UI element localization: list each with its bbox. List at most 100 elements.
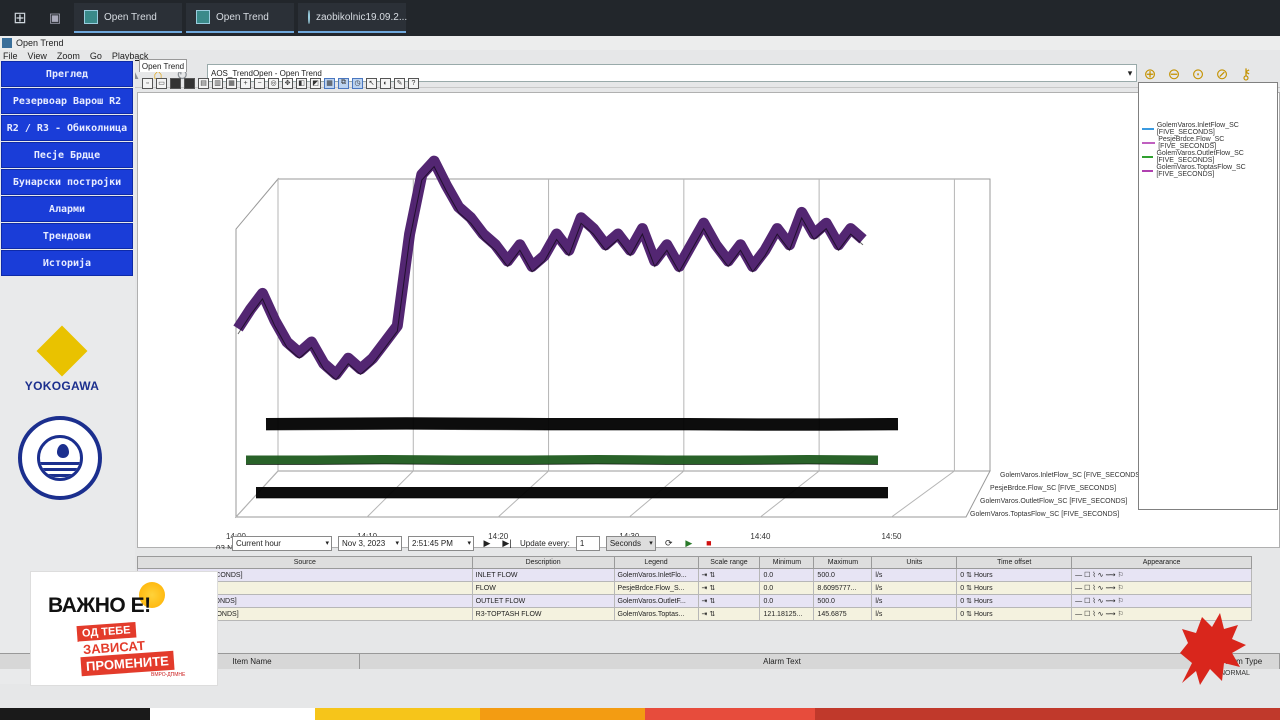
cell-legend[interactable]: GolemVaros.InletFlo... [613,568,699,582]
update-unit-select[interactable]: Seconds ▾ [605,535,656,551]
period-select[interactable]: Current hour ▾ [232,535,332,551]
cell-maximum[interactable]: 8.6095777... [813,581,873,595]
legend-item[interactable]: PesjeBrdce.Flow_SC [FIVE_SECONDS] [1142,136,1277,150]
cell-appearance[interactable]: — ☐ ⌇ ∿ ⟿ ⚐ [1071,568,1252,582]
yokogawa-diamond-icon [36,325,88,377]
new-icon[interactable]: ▫ [142,77,153,89]
cell-legend[interactable]: PesjeBrdce.Flow_S... [613,581,699,595]
refresh-icon[interactable]: ⟳ [662,536,676,550]
cell-time-offset[interactable]: 0 ⇅ Hours [956,594,1073,608]
cell-scale-range[interactable]: ⇥ ⇅ [697,607,761,621]
offset-unit: Hours [973,611,993,618]
cell-appearance[interactable]: — ☐ ⌇ ∿ ⟿ ⚐ [1071,581,1252,595]
sidebar-item-alarms[interactable]: Аларми [1,196,133,222]
table-row[interactable]: _SC [FIVE_SECONDS] FLOW PesjeBrdce.Flow_… [137,581,1252,595]
col-description[interactable]: Description [471,556,615,569]
export-icon[interactable]: ▦ [226,77,237,89]
help-icon[interactable]: ? [408,77,419,89]
sidebar-item-history[interactable]: Историја [1,250,133,276]
sidebar-item-bypass[interactable]: R2 / R3 - Обиколница [1,115,133,141]
sidebar-item-wells[interactable]: Бунарски постројки [1,169,133,195]
table-row[interactable]: tasFlow_SC [FIVE_SECONDS] R3-TOPTASH FLO… [137,607,1252,621]
properties-icon[interactable]: ◧ [296,77,307,89]
cell-description[interactable]: OUTLET FLOW [471,594,615,608]
period-value: Current hour [236,538,281,548]
3d-view-icon[interactable]: ⧉ [338,77,349,89]
col-scale-range[interactable]: Scale range [697,556,761,569]
cell-description[interactable]: FLOW [471,581,615,595]
legend-item[interactable]: GolemVaros.InletFlow_SC [FIVE_SECONDS] [1142,122,1277,136]
cell-scale-range[interactable]: ⇥ ⇅ [697,568,761,582]
zoom-area-icon[interactable]: ◎ [268,77,279,89]
copy-icon[interactable]: ▥ [212,77,223,89]
time-field[interactable]: 2:51:45 PM ▾ [408,535,474,551]
cell-minimum[interactable]: 0.0 [759,594,815,608]
series-edge-line [246,463,879,465]
cell-time-offset[interactable]: 0 ⇅ Hours [956,568,1073,582]
zoom-out-small-icon[interactable]: − [254,77,265,89]
save-icon[interactable] [170,77,181,89]
table-row[interactable]: InletFlow_SC [FIVE_SECONDS] INLET FLOW G… [137,568,1252,582]
cell-minimum[interactable]: 0.0 [759,568,815,582]
chevron-down-icon: ▾ [467,540,471,547]
annotation-icon[interactable]: ✎ [394,77,405,89]
cell-maximum[interactable]: 500.0 [813,568,873,582]
col-units[interactable]: Units [871,556,958,569]
sidebar-item-overview[interactable]: Преглед [1,61,133,87]
zoom-in-small-icon[interactable]: + [240,77,251,89]
trend-chart[interactable]: 14:0014:1014:2014:3014:4014:5003 Nov 23G… [137,92,1280,549]
legend-item[interactable]: GolemVaros.ToptasFlow_SC [FIVE_SECONDS] [1142,164,1277,178]
step-forward-icon[interactable]: ▶ [480,536,494,550]
grid-toggle-icon[interactable]: ▦ [324,77,335,89]
cell-scale-range[interactable]: ⇥ ⇅ [697,581,761,595]
cell-scale-range[interactable]: ⇥ ⇅ [697,594,761,608]
cell-description[interactable]: R3-TOPTASH FLOW [471,607,615,621]
cell-legend[interactable]: GolemVaros.Toptas... [613,607,699,621]
table-row[interactable]: letFlow_SC [FIVE_SECONDS] OUTLET FLOW Go… [137,594,1252,608]
yokogawa-logo: YOKOGAWA [22,325,102,393]
taskbar-window-3[interactable]: zaobikolnic19.09.2... [298,3,407,33]
taskbar-window-1[interactable]: Open Trend [74,3,182,33]
layers-icon[interactable]: ◩ [310,77,321,89]
cell-units[interactable]: l/s [871,568,958,582]
jump-end-icon[interactable]: ▶| [500,536,514,550]
col-appearance[interactable]: Appearance [1071,556,1252,569]
clock-icon[interactable]: ◷ [352,77,363,89]
cell-minimum[interactable]: 0.0 [759,581,815,595]
sidebar-item-trends[interactable]: Трендови [1,223,133,249]
taskbar-window-2[interactable]: Open Trend [186,3,294,33]
play-icon[interactable]: ▶ [682,536,696,550]
col-legend[interactable]: Legend [613,556,699,569]
print-icon[interactable]: ▤ [198,77,209,89]
legend-item[interactable]: GolemVaros.OutletFlow_SC [FIVE_SECONDS] [1142,150,1277,164]
sidebar-item-pesje-brdce[interactable]: Песје Брдце [1,142,133,168]
cell-units[interactable]: l/s [871,581,958,595]
cell-units[interactable]: l/s [871,607,958,621]
taskbar: ⊞ ▣ Open Trend Open Trend zaobikolnic19.… [0,0,1280,36]
col-minimum[interactable]: Minimum [759,556,815,569]
cell-maximum[interactable]: 145.6875 [813,607,873,621]
cell-time-offset[interactable]: 0 ⇅ Hours [956,581,1073,595]
task-view-icon[interactable]: ▣ [40,0,70,36]
cell-minimum[interactable]: 121.18125... [759,607,815,621]
col-time-offset[interactable]: Time offset [956,556,1073,569]
cell-description[interactable]: INLET FLOW [471,568,615,582]
col-maximum[interactable]: Maximum [813,556,873,569]
cursor-icon[interactable]: ↖ [366,77,377,89]
sidebar-item-reservoir[interactable]: Резервоар Варош R2 [1,88,133,114]
cell-units[interactable]: l/s [871,594,958,608]
cell-legend[interactable]: GolemVaros.OutletF... [613,594,699,608]
tab-open-trend[interactable]: Open Trend [139,59,187,72]
col-source[interactable]: Source [137,556,473,569]
open-icon[interactable]: ▭ [156,77,167,89]
pan-icon[interactable]: ✥ [282,77,293,89]
date-field[interactable]: Nov 3, 2023 ▾ [338,535,402,551]
windows-start-icon[interactable]: ⊞ [0,0,40,36]
marker-icon[interactable]: ◐ [380,77,391,89]
cell-maximum[interactable]: 500.0 [813,594,873,608]
update-interval-field[interactable]: 1 [575,535,600,551]
save-as-icon[interactable] [184,77,195,89]
stop-icon[interactable]: ■ [702,536,716,550]
alarm-text-header[interactable]: Alarm Text [360,654,1205,669]
cell-time-offset[interactable]: 0 ⇅ Hours [956,607,1073,621]
